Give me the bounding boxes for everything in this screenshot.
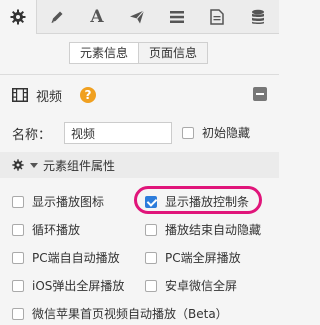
name-input[interactable]	[64, 122, 172, 144]
checkbox[interactable]	[145, 223, 157, 236]
send-icon	[130, 9, 145, 23]
option-label: 播放结束自动隐藏	[165, 223, 262, 237]
divider	[0, 74, 279, 75]
option-loop[interactable]: 循环播放	[12, 221, 80, 238]
option-label: 微信苹果首页视频自动播放（Beta）	[32, 307, 228, 321]
option-label: iOS弹出全屏播放	[32, 279, 125, 293]
send-tab-button[interactable]	[117, 0, 157, 33]
list-tab-button[interactable]	[157, 0, 197, 33]
element-header: 视频 ?	[12, 84, 267, 106]
document-icon	[210, 8, 224, 25]
initial-hidden-checkbox[interactable]	[182, 126, 194, 139]
initial-hidden-label: 初始隐藏	[202, 126, 251, 140]
settings-tab-button[interactable]	[0, 0, 37, 34]
editor-toolbar: A	[0, 0, 279, 34]
data-tab-button[interactable]	[237, 0, 279, 33]
name-row: 名称：	[12, 122, 172, 144]
pencil-icon	[51, 11, 63, 23]
tab-page-info[interactable]: 页面信息	[139, 42, 209, 64]
option-label: 显示播放图标	[32, 195, 105, 209]
tab-element-info[interactable]: 元素信息	[69, 42, 140, 64]
font-icon: A	[90, 6, 104, 27]
option-label: 循环播放	[32, 223, 81, 237]
checkbox[interactable]	[12, 223, 24, 236]
option-label: PC端全屏播放	[165, 251, 241, 265]
component-props-title: 元素组件属性	[43, 158, 116, 173]
checkbox[interactable]	[12, 251, 24, 264]
film-icon	[12, 88, 28, 102]
name-label: 名称：	[12, 127, 52, 143]
gear-icon	[12, 159, 24, 171]
document-tab-button[interactable]	[197, 0, 237, 33]
initial-hidden-option[interactable]: 初始隐藏	[182, 124, 250, 141]
list-icon	[170, 10, 184, 23]
option-label: PC端自自动播放	[32, 251, 120, 265]
option-android-wechat-fullscreen[interactable]: 安卓微信全屏	[145, 277, 237, 294]
gear-icon	[10, 9, 26, 25]
option-pc-fullscreen[interactable]: PC端全屏播放	[145, 249, 241, 266]
checkbox[interactable]	[12, 307, 24, 320]
edit-tab-button[interactable]	[37, 0, 77, 33]
checkbox[interactable]	[145, 251, 157, 264]
collapse-button[interactable]	[253, 87, 267, 101]
option-ios-fullscreen[interactable]: iOS弹出全屏播放	[12, 277, 124, 294]
highlight-annotation	[134, 186, 262, 214]
element-title: 视频	[36, 89, 63, 105]
option-wechat-ios-autoplay[interactable]: 微信苹果首页视频自动播放（Beta）	[12, 305, 228, 322]
checkbox[interactable]	[12, 195, 24, 208]
caret-down-icon	[30, 162, 38, 168]
option-label: 安卓微信全屏	[165, 279, 238, 293]
option-auto-hide[interactable]: 播放结束自动隐藏	[145, 221, 261, 238]
checkbox[interactable]	[145, 279, 157, 292]
text-tab-button[interactable]: A	[77, 0, 117, 33]
help-icon[interactable]: ?	[80, 87, 97, 103]
database-icon	[252, 9, 264, 24]
option-show-play-icon[interactable]: 显示播放图标	[12, 193, 104, 210]
info-tabs: 元素信息 页面信息	[69, 42, 209, 64]
component-props-header[interactable]: 元素组件属性	[0, 152, 279, 178]
checkbox[interactable]	[12, 279, 24, 292]
option-pc-autoplay[interactable]: PC端自自动播放	[12, 249, 120, 266]
